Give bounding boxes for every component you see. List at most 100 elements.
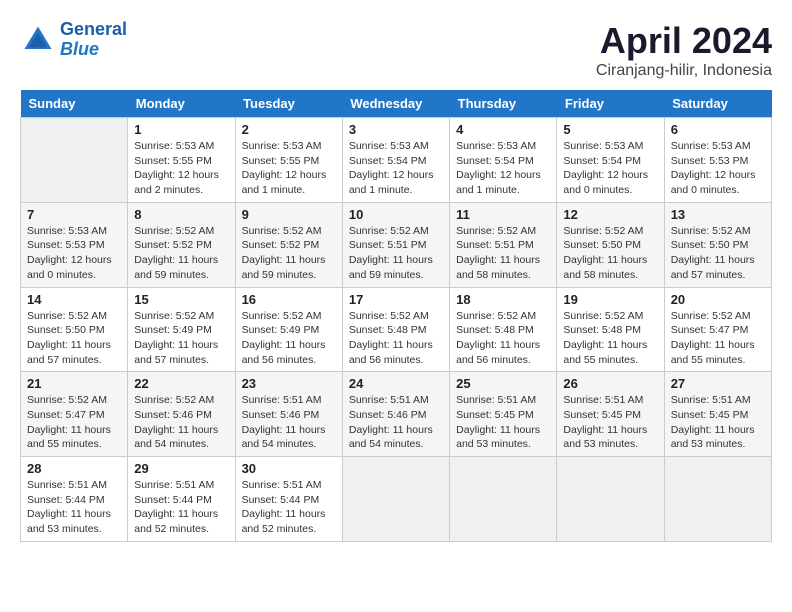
calendar-cell: 12 Sunrise: 5:52 AM Sunset: 5:50 PM Dayli…: [557, 202, 664, 287]
day-number: 28: [27, 461, 121, 476]
day-info: Sunrise: 5:52 AM Sunset: 5:52 PM Dayligh…: [134, 224, 228, 283]
day-info: Sunrise: 5:52 AM Sunset: 5:48 PM Dayligh…: [563, 309, 657, 368]
day-info: Sunrise: 5:51 AM Sunset: 5:44 PM Dayligh…: [242, 478, 336, 537]
calendar-cell: 3 Sunrise: 5:53 AM Sunset: 5:54 PM Daylig…: [342, 118, 449, 203]
day-info: Sunrise: 5:51 AM Sunset: 5:44 PM Dayligh…: [27, 478, 121, 537]
day-info: Sunrise: 5:52 AM Sunset: 5:50 PM Dayligh…: [563, 224, 657, 283]
day-number: 10: [349, 207, 443, 222]
calendar-week-row: 14 Sunrise: 5:52 AM Sunset: 5:50 PM Dayli…: [21, 287, 772, 372]
calendar-cell: 23Sunrise: 5:51 AM Sunset: 5:46 PM Dayli…: [235, 372, 342, 457]
day-number: 20: [671, 292, 765, 307]
calendar-cell: 19 Sunrise: 5:52 AM Sunset: 5:48 PM Dayli…: [557, 287, 664, 372]
calendar-cell: 17 Sunrise: 5:52 AM Sunset: 5:48 PM Dayli…: [342, 287, 449, 372]
calendar-week-row: 21 Sunrise: 5:52 AM Sunset: 5:47 PM Dayli…: [21, 372, 772, 457]
calendar-subtitle: Ciranjang-hilir, Indonesia: [596, 62, 772, 80]
day-number: 29: [134, 461, 228, 476]
calendar-cell: 7 Sunrise: 5:53 AM Sunset: 5:53 PM Daylig…: [21, 202, 128, 287]
day-info: Sunrise: 5:51 AM Sunset: 5:45 PM Dayligh…: [456, 393, 550, 452]
logo-text: General Blue: [60, 20, 127, 60]
calendar-table: SundayMondayTuesdayWednesdayThursdayFrid…: [20, 90, 772, 542]
day-info: Sunrise: 5:51 AM Sunset: 5:44 PM Dayligh…: [134, 478, 228, 537]
calendar-cell: 16 Sunrise: 5:52 AM Sunset: 5:49 PM Dayli…: [235, 287, 342, 372]
calendar-cell: 14 Sunrise: 5:52 AM Sunset: 5:50 PM Dayli…: [21, 287, 128, 372]
calendar-week-row: 28 Sunrise: 5:51 AM Sunset: 5:44 PM Dayli…: [21, 457, 772, 542]
day-number: 15: [134, 292, 228, 307]
day-number: 1: [134, 122, 228, 137]
weekday-header: Thursday: [450, 90, 557, 118]
day-number: 3: [349, 122, 443, 137]
calendar-week-row: 7 Sunrise: 5:53 AM Sunset: 5:53 PM Daylig…: [21, 202, 772, 287]
calendar-cell: 24Sunrise: 5:51 AM Sunset: 5:46 PM Dayli…: [342, 372, 449, 457]
day-info: Sunrise: 5:52 AM Sunset: 5:50 PM Dayligh…: [671, 224, 765, 283]
day-info: Sunrise: 5:52 AM Sunset: 5:48 PM Dayligh…: [456, 309, 550, 368]
calendar-cell: [342, 457, 449, 542]
calendar-cell: 4Sunrise: 5:53 AM Sunset: 5:54 PM Daylig…: [450, 118, 557, 203]
calendar-cell: 29 Sunrise: 5:51 AM Sunset: 5:44 PM Dayli…: [128, 457, 235, 542]
calendar-body: 1 Sunrise: 5:53 AM Sunset: 5:55 PM Daylig…: [21, 118, 772, 542]
calendar-cell: 28 Sunrise: 5:51 AM Sunset: 5:44 PM Dayli…: [21, 457, 128, 542]
day-number: 8: [134, 207, 228, 222]
day-number: 23: [242, 376, 336, 391]
day-number: 14: [27, 292, 121, 307]
day-info: Sunrise: 5:52 AM Sunset: 5:49 PM Dayligh…: [134, 309, 228, 368]
day-number: 9: [242, 207, 336, 222]
calendar-cell: 8 Sunrise: 5:52 AM Sunset: 5:52 PM Daylig…: [128, 202, 235, 287]
day-number: 2: [242, 122, 336, 137]
day-number: 13: [671, 207, 765, 222]
calendar-cell: 2 Sunrise: 5:53 AM Sunset: 5:55 PM Daylig…: [235, 118, 342, 203]
day-info: Sunrise: 5:52 AM Sunset: 5:50 PM Dayligh…: [27, 309, 121, 368]
day-info: Sunrise: 5:52 AM Sunset: 5:49 PM Dayligh…: [242, 309, 336, 368]
header: General Blue April 2024 Ciranjang-hilir,…: [20, 20, 772, 80]
day-number: 25: [456, 376, 550, 391]
day-info: Sunrise: 5:52 AM Sunset: 5:52 PM Dayligh…: [242, 224, 336, 283]
day-number: 19: [563, 292, 657, 307]
day-info: Sunrise: 5:53 AM Sunset: 5:54 PM Dayligh…: [456, 139, 550, 198]
calendar-cell: 22Sunrise: 5:52 AM Sunset: 5:46 PM Dayli…: [128, 372, 235, 457]
day-number: 12: [563, 207, 657, 222]
logo: General Blue: [20, 20, 127, 60]
day-number: 17: [349, 292, 443, 307]
calendar-cell: 18 Sunrise: 5:52 AM Sunset: 5:48 PM Dayli…: [450, 287, 557, 372]
calendar-cell: 5 Sunrise: 5:53 AM Sunset: 5:54 PM Daylig…: [557, 118, 664, 203]
day-info: Sunrise: 5:51 AM Sunset: 5:45 PM Dayligh…: [563, 393, 657, 452]
calendar-title: April 2024: [596, 20, 772, 62]
calendar-header: SundayMondayTuesdayWednesdayThursdayFrid…: [21, 90, 772, 118]
calendar-cell: 30Sunrise: 5:51 AM Sunset: 5:44 PM Dayli…: [235, 457, 342, 542]
day-info: Sunrise: 5:53 AM Sunset: 5:54 PM Dayligh…: [563, 139, 657, 198]
day-number: 21: [27, 376, 121, 391]
weekday-header: Monday: [128, 90, 235, 118]
day-info: Sunrise: 5:53 AM Sunset: 5:53 PM Dayligh…: [671, 139, 765, 198]
calendar-cell: 11Sunrise: 5:52 AM Sunset: 5:51 PM Dayli…: [450, 202, 557, 287]
day-number: 5: [563, 122, 657, 137]
day-info: Sunrise: 5:53 AM Sunset: 5:55 PM Dayligh…: [134, 139, 228, 198]
calendar-cell: 25 Sunrise: 5:51 AM Sunset: 5:45 PM Dayli…: [450, 372, 557, 457]
calendar-cell: 1 Sunrise: 5:53 AM Sunset: 5:55 PM Daylig…: [128, 118, 235, 203]
title-area: April 2024 Ciranjang-hilir, Indonesia: [596, 20, 772, 80]
calendar-week-row: 1 Sunrise: 5:53 AM Sunset: 5:55 PM Daylig…: [21, 118, 772, 203]
weekday-header: Sunday: [21, 90, 128, 118]
day-info: Sunrise: 5:52 AM Sunset: 5:47 PM Dayligh…: [671, 309, 765, 368]
calendar-cell: 15 Sunrise: 5:52 AM Sunset: 5:49 PM Dayli…: [128, 287, 235, 372]
day-info: Sunrise: 5:53 AM Sunset: 5:53 PM Dayligh…: [27, 224, 121, 283]
calendar-cell: 10Sunrise: 5:52 AM Sunset: 5:51 PM Dayli…: [342, 202, 449, 287]
day-info: Sunrise: 5:53 AM Sunset: 5:54 PM Dayligh…: [349, 139, 443, 198]
logo-icon: [20, 22, 56, 58]
calendar-cell: 20 Sunrise: 5:52 AM Sunset: 5:47 PM Dayli…: [664, 287, 771, 372]
day-number: 6: [671, 122, 765, 137]
day-info: Sunrise: 5:53 AM Sunset: 5:55 PM Dayligh…: [242, 139, 336, 198]
calendar-cell: 9 Sunrise: 5:52 AM Sunset: 5:52 PM Daylig…: [235, 202, 342, 287]
calendar-cell: 6 Sunrise: 5:53 AM Sunset: 5:53 PM Daylig…: [664, 118, 771, 203]
calendar-cell: 13 Sunrise: 5:52 AM Sunset: 5:50 PM Dayli…: [664, 202, 771, 287]
weekday-header: Wednesday: [342, 90, 449, 118]
day-number: 18: [456, 292, 550, 307]
day-number: 7: [27, 207, 121, 222]
day-info: Sunrise: 5:52 AM Sunset: 5:48 PM Dayligh…: [349, 309, 443, 368]
calendar-cell: 26 Sunrise: 5:51 AM Sunset: 5:45 PM Dayli…: [557, 372, 664, 457]
day-number: 26: [563, 376, 657, 391]
day-info: Sunrise: 5:52 AM Sunset: 5:47 PM Dayligh…: [27, 393, 121, 452]
weekday-header: Friday: [557, 90, 664, 118]
day-info: Sunrise: 5:51 AM Sunset: 5:46 PM Dayligh…: [349, 393, 443, 452]
logo-line2: Blue: [60, 39, 99, 59]
day-number: 16: [242, 292, 336, 307]
calendar-cell: [664, 457, 771, 542]
